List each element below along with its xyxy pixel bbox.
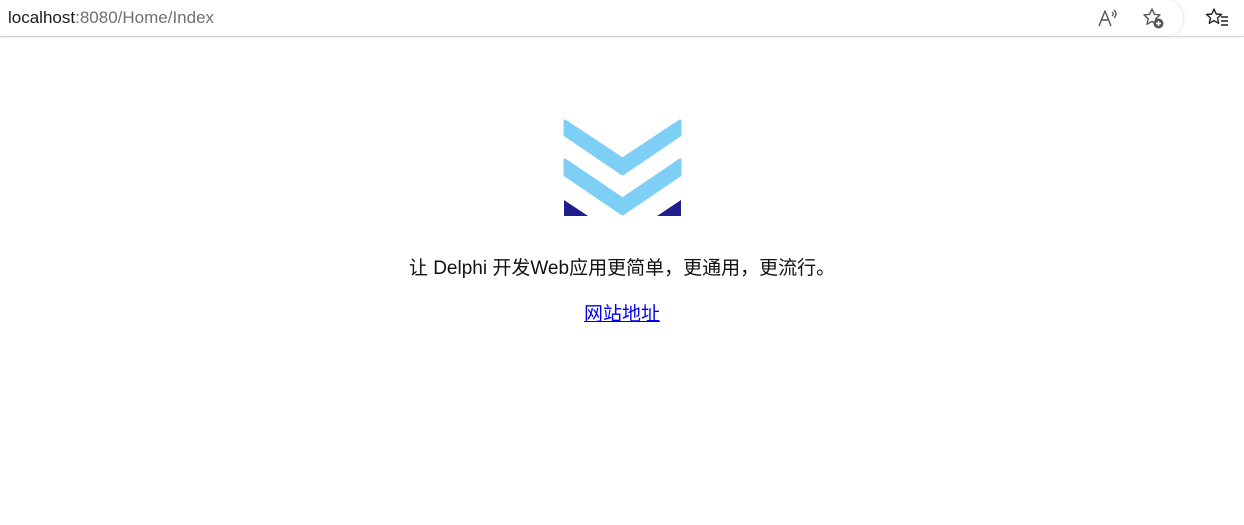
browser-toolbar: localhost:8080/Home/Index [0,0,1244,37]
website-link[interactable]: 网站地址 [584,304,660,325]
favorites-icon[interactable] [1204,5,1230,31]
url-host: localhost [8,8,76,27]
address-url[interactable]: localhost:8080/Home/Index [8,8,214,28]
site-link-container: 网站地址 [0,303,1244,327]
read-aloud-icon[interactable] [1095,5,1121,31]
address-bar[interactable]: localhost:8080/Home/Index [0,0,1183,36]
tagline: 让 Delphi 开发Web应用更简单，更通用，更流行。 [408,258,836,279]
page-content: 让 Delphi 开发Web应用更简单，更通用，更流行。 网站地址 [0,37,1244,525]
add-favorite-icon[interactable] [1140,5,1166,31]
url-path: :8080/Home/Index [75,8,215,27]
logo-icon [563,119,682,216]
